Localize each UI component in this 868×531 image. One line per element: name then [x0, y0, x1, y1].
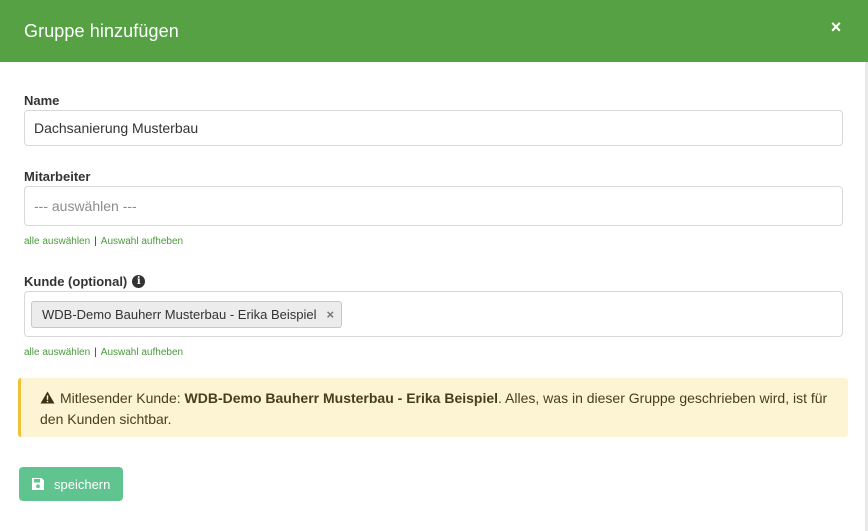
mitarbeiter-helper-links: alle auswählen | Auswahl aufheben	[24, 236, 183, 247]
kunde-deselect-link[interactable]: Auswahl aufheben	[101, 347, 183, 358]
kunde-select-all-link[interactable]: alle auswählen	[24, 347, 90, 358]
save-button-label: speichern	[54, 476, 111, 492]
modal-title: Gruppe hinzufügen	[24, 20, 179, 41]
save-button[interactable]: speichern	[19, 467, 123, 501]
link-separator: |	[94, 236, 97, 247]
close-button[interactable]: ×	[828, 17, 844, 37]
mitarbeiter-placeholder: --- auswählen ---	[34, 198, 137, 214]
name-field-wrapper	[24, 110, 843, 146]
warning-icon	[40, 388, 56, 409]
link-separator: |	[94, 347, 97, 358]
info-icon[interactable]: i	[132, 275, 146, 288]
kunde-select[interactable]: WDB-Demo Bauherr Musterbau - Erika Beisp…	[24, 291, 843, 337]
save-icon	[31, 477, 45, 491]
alert-prefix: Mitlesender Kunde:	[60, 390, 185, 406]
mitarbeiter-deselect-link[interactable]: Auswahl aufheben	[101, 236, 183, 247]
alert-customer-name: WDB-Demo Bauherr Musterbau - Erika Beisp…	[184, 390, 499, 406]
tag-remove-icon[interactable]: ×	[327, 308, 335, 321]
name-label: Name	[24, 93, 60, 108]
selected-customer-tag: WDB-Demo Bauherr Musterbau - Erika Beisp…	[31, 300, 343, 328]
customer-visibility-alert: Mitlesender Kunde: WDB-Demo Bauherr Must…	[18, 378, 848, 437]
mitarbeiter-select[interactable]: --- auswählen ---	[24, 186, 843, 226]
mitarbeiter-label: Mitarbeiter	[24, 169, 91, 184]
kunde-label: Kunde (optional) i	[24, 274, 146, 289]
selected-customer-tag-label: WDB-Demo Bauherr Musterbau - Erika Beisp…	[42, 306, 317, 322]
mitarbeiter-select-all-link[interactable]: alle auswählen	[24, 236, 90, 247]
modal-header: Gruppe hinzufügen ×	[0, 0, 868, 62]
kunde-label-text: Kunde (optional)	[24, 274, 128, 289]
kunde-helper-links: alle auswählen | Auswahl aufheben	[24, 347, 183, 358]
name-input[interactable]	[25, 111, 842, 145]
